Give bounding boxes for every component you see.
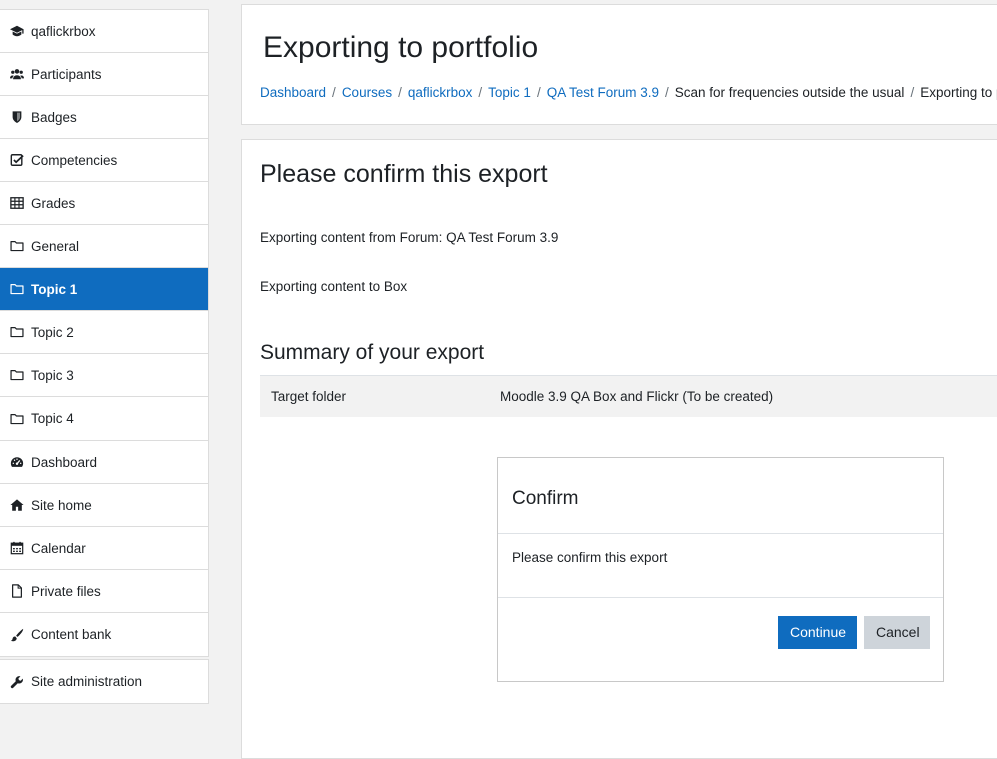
breadcrumb-separator: / [665, 85, 669, 100]
wrench-icon [10, 675, 24, 689]
exporting-to-text: Exporting content to Box [260, 279, 408, 294]
dialog-title: Confirm [512, 488, 579, 509]
breadcrumb: Dashboard / Courses / qaflickrbox / Topic 1 / QA… [260, 85, 997, 100]
sidebar-item-topic-3[interactable]: Topic 3 [0, 354, 208, 397]
folder-icon [10, 412, 24, 426]
tachometer-icon [10, 455, 24, 469]
dialog-message: Please confirm this export [512, 550, 668, 565]
breadcrumb-item[interactable]: QA Test Forum 3.9 [547, 85, 659, 100]
sidebar-item-label: Calendar [31, 540, 86, 556]
breadcrumb-item: Exporting to portfolio [920, 85, 997, 100]
dialog-header: Confirm [498, 458, 943, 534]
sidebar-item-badges[interactable]: Badges [0, 96, 208, 139]
sidebar-item-label: Topic 1 [31, 281, 78, 297]
summary-row-target-folder: Target folder Moodle 3.9 QA Box and Flic… [260, 375, 997, 417]
sidebar-item-topic-1[interactable]: Topic 1 [0, 268, 208, 311]
breadcrumb-item[interactable]: qaflickrbox [408, 85, 473, 100]
file-icon [10, 584, 24, 598]
summary-label: Target folder [271, 389, 347, 404]
sidebar-item-label: Topic 2 [31, 324, 74, 340]
table-icon [10, 196, 24, 210]
sidebar-item-label: Dashboard [31, 454, 98, 470]
dialog-footer: Continue Cancel [498, 598, 943, 681]
sidebar-item-label: Participants [31, 66, 102, 82]
breadcrumb-separator: / [332, 85, 336, 100]
sidebar-item-label: General [31, 238, 80, 254]
dialog-body: Please confirm this export [498, 534, 943, 598]
breadcrumb-item[interactable]: Topic 1 [488, 85, 531, 100]
sidebar-item-label: Private files [31, 583, 101, 599]
sidebar-item-site-home[interactable]: Site home [0, 484, 208, 527]
breadcrumb-separator: / [398, 85, 402, 100]
admin-navigation: Site administration [0, 659, 209, 704]
graduation-cap-icon [10, 24, 24, 38]
folder-icon [10, 282, 24, 296]
exporting-from-text: Exporting content from Forum: QA Test Fo… [260, 230, 559, 245]
paint-brush-icon [10, 628, 24, 642]
breadcrumb-item[interactable]: Courses [342, 85, 392, 100]
folder-icon [10, 239, 24, 253]
home-icon [10, 498, 24, 512]
breadcrumb-separator: / [478, 85, 483, 100]
breadcrumb-separator: / [536, 85, 541, 100]
cancel-button[interactable]: Cancel [864, 616, 930, 649]
confirm-heading: Please confirm this export [260, 160, 548, 188]
sidebar-item-label: Grades [31, 195, 76, 211]
page-title: Exporting to portfolio [263, 31, 539, 64]
sidebar-item-label: qaflickrbox [31, 23, 96, 39]
sidebar-item-general[interactable]: General [0, 225, 208, 268]
sidebar-item-dashboard[interactable]: Dashboard [0, 441, 208, 484]
sidebar-item-topic-4[interactable]: Topic 4 [0, 397, 208, 440]
sidebar-item-private-files[interactable]: Private files [0, 570, 208, 613]
sidebar-item-label: Site home [31, 497, 92, 513]
summary-value: Moodle 3.9 QA Box and Flickr (To be crea… [500, 389, 774, 404]
course-navigation: qaflickrbox Participants Badges Competencie… [0, 9, 209, 441]
breadcrumb-separator: / [910, 85, 915, 100]
sidebar-item-label: Competencies [31, 152, 118, 168]
sidebar-item-label: Badges [31, 109, 77, 125]
sidebar: qaflickrbox Participants Badges Competencie… [0, 0, 228, 746]
shield-icon [10, 110, 24, 124]
confirm-dialog: Confirm Please confirm this export Conti… [497, 457, 944, 682]
sidebar-item-site-administration[interactable]: Site administration [0, 660, 208, 703]
sidebar-item-grades[interactable]: Grades [0, 182, 208, 225]
sidebar-item-competencies[interactable]: Competencies [0, 139, 208, 182]
breadcrumb-item: Scan for frequencies outside the usual [674, 85, 905, 100]
content-region: Please confirm this export Exporting con… [241, 139, 997, 759]
summary-heading: Summary of your export [260, 341, 485, 364]
sidebar-item-content-bank[interactable]: Content bank [0, 613, 208, 656]
folder-icon [10, 325, 24, 339]
sidebar-item-label: Content bank [31, 627, 112, 642]
users-icon [10, 67, 24, 81]
sidebar-item-participants[interactable]: Participants [0, 53, 208, 96]
continue-button[interactable]: Continue [778, 616, 857, 649]
sidebar-item-calendar[interactable]: Calendar [0, 527, 208, 570]
breadcrumb-item[interactable]: Dashboard [260, 85, 326, 100]
check-square-icon [10, 153, 24, 167]
site-navigation: Dashboard Site home Calendar Private files C… [0, 440, 209, 657]
sidebar-item-topic-2[interactable]: Topic 2 [0, 311, 208, 354]
sidebar-item-label: Site administration [31, 674, 143, 689]
folder-icon [10, 368, 24, 382]
sidebar-item-label: Topic 3 [31, 367, 74, 383]
sidebar-item-label: Topic 4 [31, 411, 74, 426]
page-header: Exporting to portfolio Dashboard / Courses… [241, 4, 997, 125]
calendar-icon [10, 541, 24, 555]
sidebar-item-qaflickrbox[interactable]: qaflickrbox [0, 10, 208, 53]
main-region: Exporting to portfolio Dashboard / Courses… [228, 0, 997, 759]
